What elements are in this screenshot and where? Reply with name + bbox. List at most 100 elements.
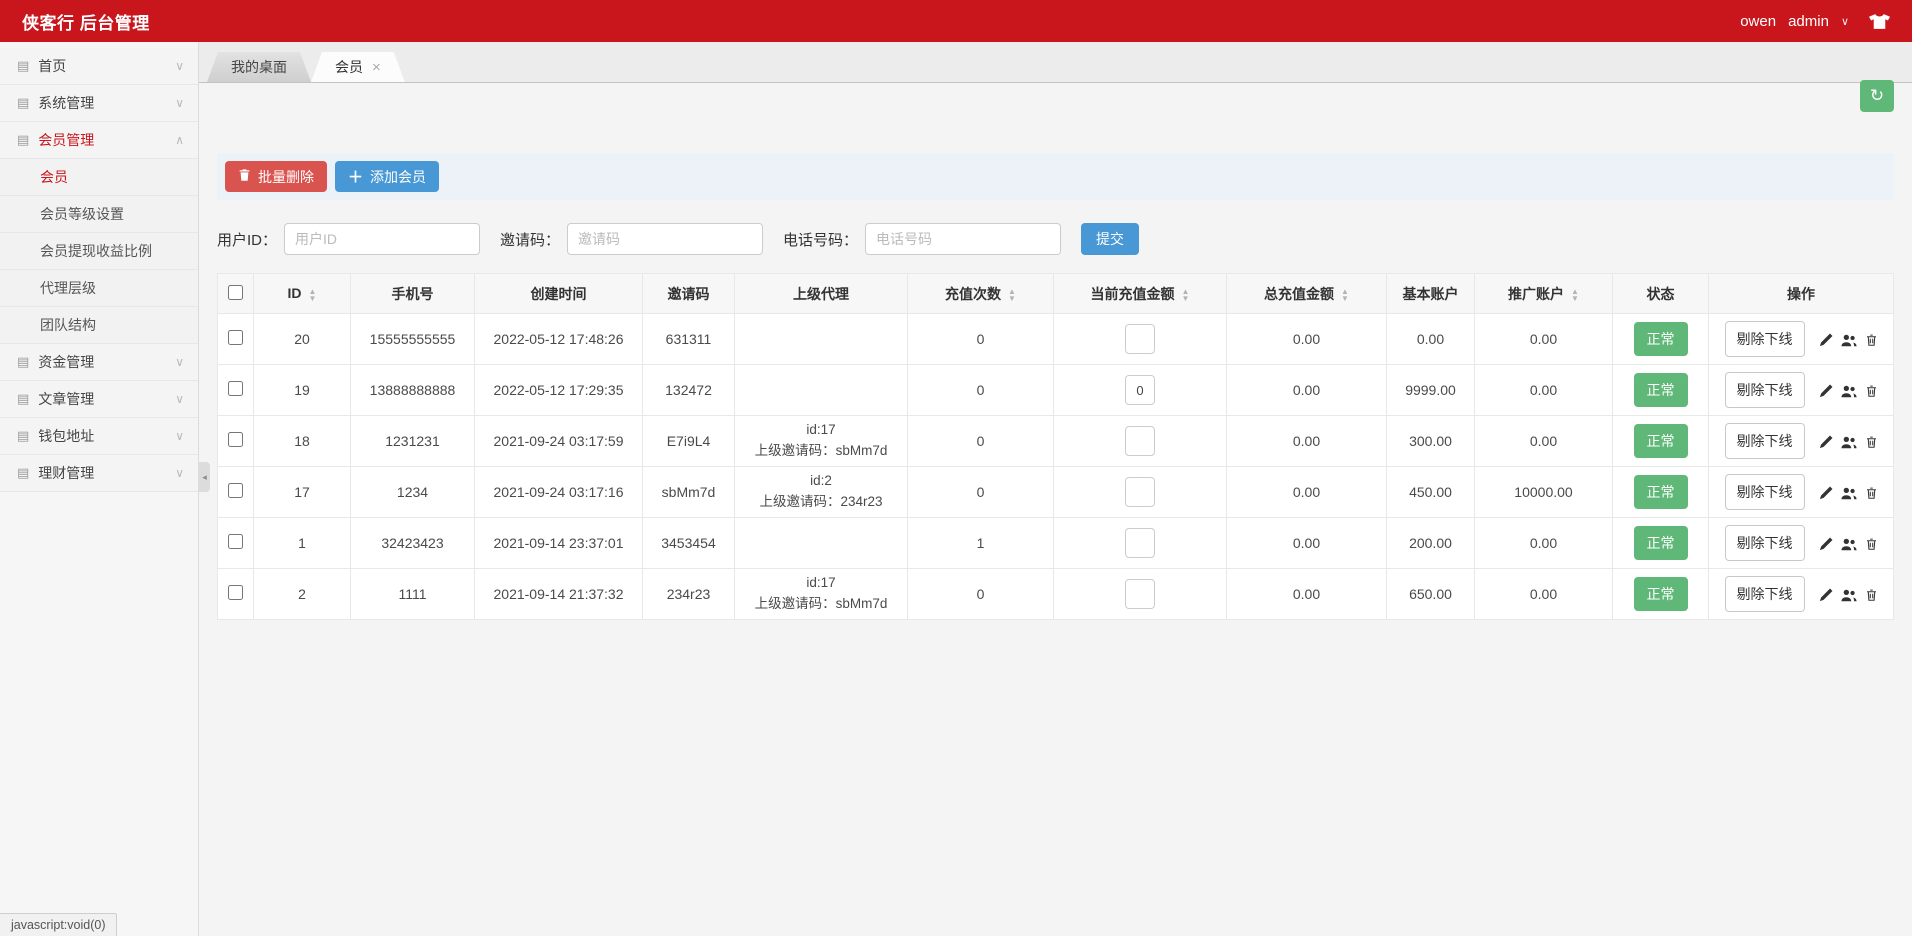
cell-recharge-count: 0: [908, 416, 1054, 467]
sidebar-item-label: 文章管理: [38, 389, 175, 409]
current-recharge-input[interactable]: [1125, 477, 1155, 507]
sidebar-subitem-member-level-settings[interactable]: 会员等级设置: [0, 196, 198, 233]
sidebar-subitem-team-structure[interactable]: 团队结构: [0, 307, 198, 344]
sidebar-item-member-management[interactable]: ▤会员管理∧: [0, 122, 198, 159]
cell-actions: 剔除下线: [1709, 467, 1894, 518]
sidebar-item-finance-management[interactable]: ▤理财管理∨: [0, 455, 198, 492]
row-checkbox[interactable]: [228, 381, 243, 396]
subordinates-icon[interactable]: [1841, 487, 1857, 500]
row-checkbox[interactable]: [228, 534, 243, 549]
subordinates-icon[interactable]: [1841, 589, 1857, 602]
sort-icon[interactable]: ▲▼: [1571, 288, 1579, 302]
row-checkbox[interactable]: [228, 585, 243, 600]
current-recharge-input[interactable]: [1125, 375, 1155, 405]
subordinates-icon[interactable]: [1841, 334, 1857, 347]
subordinates-icon[interactable]: [1841, 385, 1857, 398]
remove-downline-button[interactable]: 剔除下线: [1725, 525, 1805, 561]
sidebar-item-system-management[interactable]: ▤系统管理∨: [0, 85, 198, 122]
status-badge[interactable]: 正常: [1634, 424, 1688, 458]
cell-recharge-count: 0: [908, 569, 1054, 620]
edit-icon[interactable]: [1819, 537, 1833, 551]
status-badge[interactable]: 正常: [1634, 475, 1688, 509]
remove-downline-button[interactable]: 剔除下线: [1725, 321, 1805, 357]
delete-icon[interactable]: [1865, 435, 1878, 449]
sidebar-item-fund-management[interactable]: ▤资金管理∨: [0, 344, 198, 381]
column-header-id[interactable]: ID▲▼: [254, 274, 351, 314]
table-row: 1812312312021-09-24 03:17:59E7i9L4id:17上…: [218, 416, 1894, 467]
row-checkbox[interactable]: [228, 330, 243, 345]
status-badge[interactable]: 正常: [1634, 526, 1688, 560]
status-badge[interactable]: 正常: [1634, 322, 1688, 356]
cell-promo-account: 0.00: [1475, 416, 1613, 467]
status-badge[interactable]: 正常: [1634, 373, 1688, 407]
row-checkbox[interactable]: [228, 483, 243, 498]
current-recharge-input[interactable]: [1125, 324, 1155, 354]
sidebar-subitem-agent-levels[interactable]: 代理层级: [0, 270, 198, 307]
batch-delete-button[interactable]: 批量删除: [225, 161, 327, 192]
cell-checkbox: [218, 569, 254, 620]
sort-icon[interactable]: ▲▼: [1341, 288, 1349, 302]
chevron-up-icon: ∧: [175, 133, 184, 147]
sidebar-subitem-member[interactable]: 会员: [0, 159, 198, 196]
subordinates-icon[interactable]: [1841, 436, 1857, 449]
column-label: 邀请码: [668, 286, 710, 302]
sidebar-item-wallet-address[interactable]: ▤钱包地址∨: [0, 418, 198, 455]
invite-code-input[interactable]: [567, 223, 763, 255]
sidebar-subitem-member-withdraw-ratio[interactable]: 会员提现收益比例: [0, 233, 198, 270]
status-badge[interactable]: 正常: [1634, 577, 1688, 611]
theme-skin-icon[interactable]: [1869, 14, 1890, 29]
cell-recharge-count: 0: [908, 314, 1054, 365]
column-label: 上级代理: [793, 286, 849, 302]
refresh-button[interactable]: ↻: [1860, 80, 1894, 112]
submit-button[interactable]: 提交: [1081, 223, 1139, 255]
edit-icon[interactable]: [1819, 333, 1833, 347]
sidebar-item-label: 会员管理: [38, 130, 175, 150]
edit-icon[interactable]: [1819, 435, 1833, 449]
remove-downline-button[interactable]: 剔除下线: [1725, 474, 1805, 510]
row-checkbox[interactable]: [228, 432, 243, 447]
edit-icon[interactable]: [1819, 486, 1833, 500]
sort-icon[interactable]: ▲▼: [1182, 288, 1190, 302]
user-menu[interactable]: owen admin ∨: [1740, 13, 1849, 30]
sidebar-item-label: 首页: [38, 56, 175, 76]
remove-downline-button[interactable]: 剔除下线: [1725, 576, 1805, 612]
column-header-invite: 邀请码: [643, 274, 735, 314]
edit-icon[interactable]: [1819, 588, 1833, 602]
remove-downline-button[interactable]: 剔除下线: [1725, 372, 1805, 408]
delete-icon[interactable]: [1865, 384, 1878, 398]
tab-members[interactable]: 会员×: [311, 52, 405, 82]
sidebar-collapse-handle[interactable]: ◂: [199, 462, 210, 492]
user-id-input[interactable]: [284, 223, 480, 255]
chevron-down-icon: ∨: [175, 96, 184, 110]
app-window: 侠客行 后台管理 owen admin ∨ ▤首页∨▤系统管理∨▤会员管理∧会员…: [0, 0, 1912, 936]
column-header-recharge_count[interactable]: 充值次数▲▼: [908, 274, 1054, 314]
tab-my-desktop[interactable]: 我的桌面: [207, 52, 311, 82]
edit-icon[interactable]: [1819, 384, 1833, 398]
remove-downline-button[interactable]: 剔除下线: [1725, 423, 1805, 459]
column-header-promo_account[interactable]: 推广账户▲▼: [1475, 274, 1613, 314]
delete-icon[interactable]: [1865, 486, 1878, 500]
column-header-total_recharge[interactable]: 总充值金额▲▼: [1227, 274, 1387, 314]
delete-icon[interactable]: [1865, 588, 1878, 602]
sidebar-subitem-label: 团队结构: [40, 315, 96, 335]
batch-delete-label: 批量删除: [258, 167, 314, 187]
current-recharge-input[interactable]: [1125, 579, 1155, 609]
cell-actions: 剔除下线: [1709, 365, 1894, 416]
sort-icon[interactable]: ▲▼: [1008, 288, 1016, 302]
current-recharge-input[interactable]: [1125, 528, 1155, 558]
delete-icon[interactable]: [1865, 333, 1878, 347]
table-row: 19138888888882022-05-12 17:29:3513247200…: [218, 365, 1894, 416]
delete-icon[interactable]: [1865, 537, 1878, 551]
sidebar-item-article-management[interactable]: ▤文章管理∨: [0, 381, 198, 418]
subordinates-icon[interactable]: [1841, 538, 1857, 551]
add-member-button[interactable]: ＋ 添加会员: [335, 161, 439, 192]
cell-status: 正常: [1613, 569, 1709, 620]
cell-parent-agent: [735, 314, 908, 365]
phone-input[interactable]: [865, 223, 1061, 255]
current-recharge-input[interactable]: [1125, 426, 1155, 456]
close-icon[interactable]: ×: [372, 60, 381, 75]
sort-icon[interactable]: ▲▼: [309, 288, 317, 302]
sidebar-item-home[interactable]: ▤首页∨: [0, 48, 198, 85]
select-all-checkbox[interactable]: [228, 285, 243, 300]
column-header-current_recharge[interactable]: 当前充值金额▲▼: [1054, 274, 1227, 314]
